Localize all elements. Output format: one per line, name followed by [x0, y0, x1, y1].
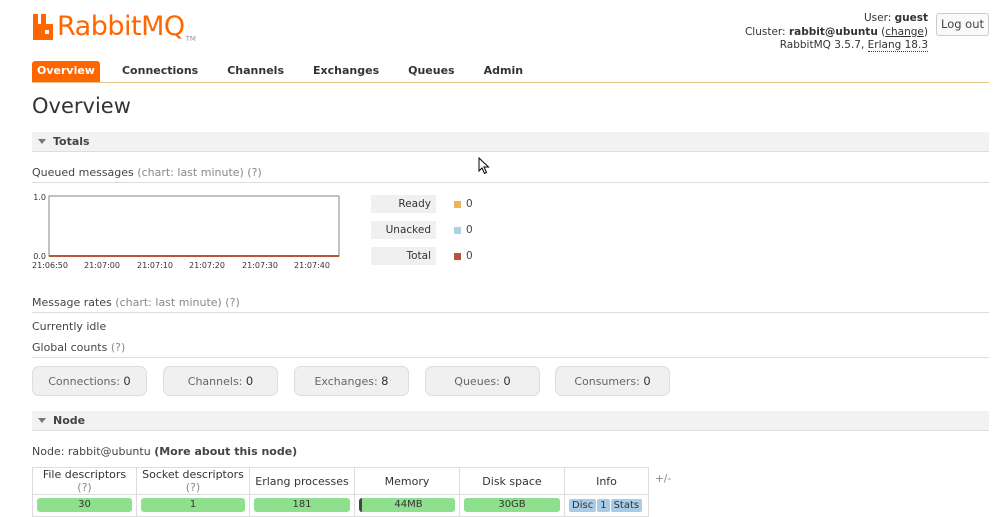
toggle-columns-link[interactable]: +/-	[655, 473, 671, 485]
erlang-processes-bar: 181	[254, 498, 350, 512]
user-info: User: guest Cluster: rabbit@ubuntu (chan…	[744, 12, 928, 52]
legend-ready: Ready 0	[371, 195, 491, 213]
chart-x-tick: 21:07:20	[189, 261, 225, 270]
legend-total-swatch	[454, 253, 461, 260]
logo-trademark: TM	[185, 35, 196, 43]
main-nav-tabs: Overview Connections Channels Exchanges …	[32, 61, 989, 83]
queued-messages-chart: 1.0 0.0 21:06:50 21:07:00 21:07:10 21:07…	[32, 193, 340, 270]
node-name-line: Node: rabbit@ubuntu (More about this nod…	[32, 445, 297, 458]
info-badge-disc: Disc	[569, 499, 597, 512]
node-stats-table: File descriptors (?) Socket descriptors …	[32, 467, 649, 517]
disk-space-bar: 30GB	[464, 498, 560, 512]
page-title: Overview	[32, 94, 131, 118]
message-rates-heading: Message rates (chart: last minute) (?)	[32, 296, 989, 313]
node-section-header[interactable]: Node	[32, 411, 989, 431]
more-about-node-link[interactable]: (More about this node)	[154, 445, 297, 458]
consumers-count-label: Consumers:	[574, 375, 640, 388]
chart-x-tick: 21:07:40	[294, 261, 330, 270]
tab-queues[interactable]: Queues	[394, 61, 468, 82]
queued-messages-label: Queued messages	[32, 166, 134, 179]
channels-count-label: Channels:	[187, 375, 243, 388]
queues-count-button[interactable]: Queues: 0	[425, 366, 540, 396]
file-descriptors-bar: 30	[37, 498, 132, 512]
cluster-name: rabbit@ubuntu	[788, 25, 878, 38]
queues-count-label: Queues:	[454, 375, 500, 388]
chart-plot-area	[48, 195, 340, 257]
totals-section-label: Totals	[53, 135, 90, 148]
node-section-label: Node	[53, 414, 86, 427]
chart-x-tick: 21:06:50	[32, 261, 68, 270]
legend-ready-label: Ready	[371, 195, 436, 213]
queued-messages-heading: Queued messages (chart: last minute) (?)	[32, 166, 989, 183]
currently-idle-text: Currently idle	[32, 320, 107, 333]
legend-unacked: Unacked 0	[371, 221, 491, 239]
legend-unacked-swatch	[454, 227, 461, 234]
queued-messages-hint[interactable]: (chart: last minute) (?)	[137, 166, 261, 179]
global-counts-label: Global counts	[32, 341, 108, 354]
exchanges-count-label: Exchanges:	[314, 375, 378, 388]
col-disk-space: Disk space	[459, 467, 565, 495]
socket-descriptors-bar: 1	[141, 498, 245, 512]
legend-ready-value: 0	[466, 198, 473, 210]
legend-total-label: Total	[371, 247, 436, 265]
message-rates-hint[interactable]: (chart: last minute) (?)	[115, 296, 239, 309]
table-header-row: File descriptors (?) Socket descriptors …	[32, 467, 649, 495]
memory-bar: 44MB	[359, 498, 455, 512]
legend-ready-swatch	[454, 201, 461, 208]
legend-unacked-value: 0	[466, 224, 473, 236]
channels-count-value: 0	[245, 374, 254, 388]
tab-connections[interactable]: Connections	[108, 61, 212, 82]
erlang-version: Erlang 18.3	[867, 39, 928, 52]
rabbitmq-logo-icon	[33, 14, 53, 40]
chart-x-tick: 21:07:00	[84, 261, 120, 270]
tab-admin[interactable]: Admin	[470, 61, 537, 82]
connections-count-button[interactable]: Connections: 0	[32, 366, 147, 396]
channels-count-button[interactable]: Channels: 0	[163, 366, 278, 396]
chart-y-tick-min: 0.0	[33, 252, 46, 261]
consumers-count-value: 0	[643, 374, 651, 388]
cluster-label: Cluster:	[744, 25, 786, 38]
table-row: 30 1 181 44MB 30GB Disc 1 Stats	[32, 494, 649, 517]
tab-exchanges[interactable]: Exchanges	[299, 61, 393, 82]
col-socket-descriptors: Socket descriptors (?)	[136, 467, 250, 495]
legend-total: Total 0	[371, 247, 491, 265]
chart-x-tick: 21:07:30	[242, 261, 278, 270]
tab-overview[interactable]: Overview	[32, 61, 100, 82]
legend-total-value: 0	[466, 250, 473, 262]
info-badge-count: 1	[597, 499, 610, 512]
rabbitmq-version: RabbitMQ 3.5.7,	[779, 39, 865, 51]
message-rates-label: Message rates	[32, 296, 112, 309]
chart-x-tick: 21:07:10	[137, 261, 173, 270]
mouse-cursor-icon	[478, 157, 490, 175]
queues-count-value: 0	[503, 374, 511, 388]
connections-count-value: 0	[123, 374, 131, 388]
logo-text: RabbitMQ	[57, 11, 185, 42]
collapse-triangle-icon	[38, 418, 46, 423]
logout-button[interactable]: Log out	[936, 13, 989, 36]
col-info: Info	[564, 467, 649, 495]
change-cluster-link[interactable]: change	[885, 26, 924, 38]
totals-section-header[interactable]: Totals	[32, 132, 989, 152]
user-label: User:	[863, 12, 892, 24]
node-name: Node: rabbit@ubuntu	[32, 445, 151, 458]
user-name: guest	[894, 12, 928, 24]
collapse-triangle-icon	[38, 139, 46, 144]
exchanges-count-value: 8	[381, 374, 389, 388]
col-memory: Memory	[354, 467, 460, 495]
legend-unacked-label: Unacked	[371, 221, 436, 239]
chart-y-tick-max: 1.0	[33, 193, 46, 202]
col-erlang-processes: Erlang processes	[249, 467, 355, 495]
info-badge-stats: Stats	[610, 499, 643, 512]
consumers-count-button[interactable]: Consumers: 0	[555, 366, 670, 396]
rabbitmq-logo[interactable]: RabbitMQ TM	[32, 13, 196, 43]
exchanges-count-button[interactable]: Exchanges: 8	[294, 366, 409, 396]
global-counts-hint[interactable]: (?)	[111, 341, 125, 354]
socket-descriptors-help[interactable]: (?)	[186, 481, 200, 494]
file-descriptors-help[interactable]: (?)	[77, 481, 91, 494]
tab-channels[interactable]: Channels	[213, 61, 298, 82]
global-counts-heading: Global counts (?)	[32, 341, 989, 358]
col-file-descriptors: File descriptors (?)	[32, 467, 137, 495]
connections-count-label: Connections:	[48, 375, 120, 388]
